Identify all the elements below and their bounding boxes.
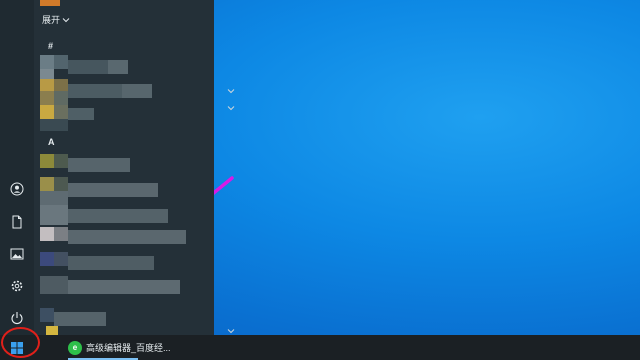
pictures-icon[interactable] — [7, 244, 27, 264]
annotation-highlight-circle — [1, 327, 40, 358]
start-menu-rail — [0, 0, 34, 335]
start-app-list: 展开 # A — [34, 0, 235, 335]
chevron-down-icon — [62, 17, 70, 22]
document-icon[interactable] — [7, 212, 27, 232]
taskbar-app-label: 高级编辑器_百度经... — [86, 343, 171, 353]
start-menu: 展开 # A — [0, 0, 235, 335]
app-tile-icon[interactable] — [40, 0, 60, 6]
browser-icon: e — [68, 340, 82, 355]
taskbar: e 高级编辑器_百度经... — [0, 327, 640, 360]
expand-button[interactable]: 展开 — [42, 13, 70, 26]
power-icon[interactable] — [7, 308, 27, 328]
user-icon[interactable] — [7, 179, 27, 199]
group-header-a[interactable]: A — [48, 137, 55, 147]
settings-icon[interactable] — [7, 276, 27, 296]
chevron-down-icon[interactable] — [226, 86, 236, 96]
chevron-down-icon[interactable] — [226, 103, 236, 113]
expand-label: 展开 — [42, 15, 61, 25]
group-header-hash[interactable]: # — [48, 41, 53, 51]
taskbar-app-button[interactable]: e 高级编辑器_百度经... — [68, 338, 171, 357]
